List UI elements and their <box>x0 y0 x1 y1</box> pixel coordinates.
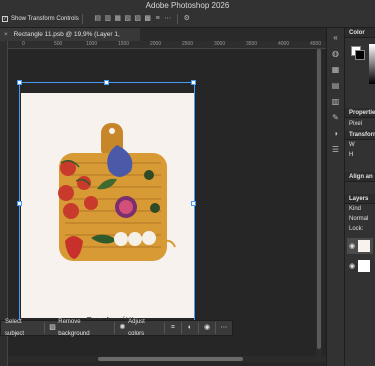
adjustment-button[interactable]: ◐ <box>182 322 199 334</box>
transform-handle[interactable] <box>17 80 22 85</box>
layer-thumbnail <box>358 240 371 252</box>
ruler-tick: 500 <box>54 41 63 47</box>
color-gradient[interactable] <box>369 44 375 84</box>
contextual-taskbar: Select subject ▨ Remove background ✺ Adj… <box>0 319 233 337</box>
image-icon: ▨ <box>49 324 56 331</box>
ruler-tick: 2000 <box>150 41 162 47</box>
transform-bounding-box[interactable] <box>17 80 196 326</box>
eye-icon[interactable]: ◉ <box>349 262 355 270</box>
ruler-tick: 2500 <box>182 41 194 47</box>
mask-button[interactable]: ◉ <box>199 322 216 334</box>
horizontal-scrollbar[interactable] <box>8 356 326 362</box>
color-swatches[interactable] <box>345 38 375 88</box>
divider <box>81 14 83 24</box>
document-tab[interactable]: × Rectangle 11.psb @ 19,9% (Layer 1, RGB… <box>0 28 140 51</box>
panel-tool-strip: « ◍ ▦ ▤ ▥ ✎ ◑ ☰ <box>326 28 344 366</box>
options-bar: ✓ Show Transform Controls ▤ ▥ ▦ ▧ ▨ ▩ ≡ … <box>0 11 375 28</box>
adjustments-icon[interactable]: ◑ <box>330 128 342 140</box>
more-icon: ⋯ <box>220 324 228 331</box>
transform-w-label: W <box>349 142 355 148</box>
align-center-icon[interactable]: ▥ <box>104 15 112 23</box>
show-transform-checkbox[interactable]: ✓ <box>2 16 8 22</box>
palette-panel-icon[interactable]: ◍ <box>330 48 342 60</box>
transform-header[interactable]: Transform <box>345 130 375 140</box>
transform-h-label: H <box>349 152 354 158</box>
photoshop-window: Adobe Photoshop 2026 ✓ Show Transform Co… <box>0 0 375 366</box>
layer-row[interactable]: ◉ <box>347 258 373 274</box>
vertical-scrollbar[interactable] <box>316 49 322 356</box>
select-subject-button[interactable]: Select subject <box>1 319 45 337</box>
remove-background-button[interactable]: ▨ Remove background <box>45 319 115 337</box>
pixel-label: Pixel <box>349 121 363 127</box>
swatches-icon[interactable]: ▦ <box>330 64 342 76</box>
align-header[interactable]: Align an <box>345 172 375 182</box>
layer-kind-filter[interactable]: Kind <box>345 204 375 214</box>
mask-icon: ◉ <box>203 324 211 331</box>
app-title: Adobe Photoshop 2026 <box>0 0 375 11</box>
document-tabbar: × Rectangle 11.psb @ 19,9% (Layer 1, RGB… <box>0 28 326 51</box>
pattern-icon[interactable]: ▥ <box>330 96 342 108</box>
ruler-tick: 0 <box>22 41 25 47</box>
crop-icon: ⌗ <box>171 324 175 331</box>
collapse-icon[interactable]: « <box>330 32 342 44</box>
palette-icon: ✺ <box>119 324 126 331</box>
align-icons-group: ▤ ▥ ▦ ▧ ▨ ▩ ≡ ⋯ ⚙ <box>94 14 191 24</box>
color-panel-header[interactable]: Color <box>345 28 375 38</box>
horizontal-scroll-thumb[interactable] <box>98 357 243 361</box>
adjust-colors-button[interactable]: ✺ Adjust colors <box>115 319 165 337</box>
adjust-colors-label: Adjust colors <box>128 319 145 337</box>
lock-label: Lock: <box>349 226 364 232</box>
eye-icon[interactable]: ◉ <box>349 242 355 250</box>
distribute-icon[interactable]: ≡ <box>154 15 162 23</box>
transform-handle[interactable] <box>104 80 109 85</box>
ruler-tick: 1500 <box>118 41 130 47</box>
layers-panel-header[interactable]: Layers <box>345 194 375 204</box>
layer-thumbnail <box>358 260 371 272</box>
gradient-icon[interactable]: ▤ <box>330 80 342 92</box>
transform-handle[interactable] <box>191 201 196 206</box>
select-subject-label: Select subject <box>5 319 25 337</box>
more-button[interactable]: ⋯ <box>216 322 232 334</box>
libraries-icon[interactable]: ☰ <box>330 144 342 156</box>
align-right-icon[interactable]: ▦ <box>114 15 122 23</box>
properties-panel-header[interactable]: Properties <box>345 108 375 118</box>
settings-gear-icon[interactable]: ⚙ <box>183 15 191 23</box>
align-bottom-icon[interactable]: ▩ <box>144 15 152 23</box>
brush-icon[interactable]: ✎ <box>330 112 342 124</box>
align-left-icon[interactable]: ▤ <box>94 15 102 23</box>
ruler-tick: 1000 <box>86 41 98 47</box>
background-color-swatch[interactable] <box>355 50 365 60</box>
transform-handle[interactable] <box>17 201 22 206</box>
vertical-scroll-thumb[interactable] <box>317 49 321 349</box>
remove-background-label: Remove background <box>58 319 90 337</box>
close-tab-icon[interactable]: × <box>4 31 8 38</box>
align-top-icon[interactable]: ▧ <box>124 15 132 23</box>
layer-row[interactable]: ◉ <box>347 238 373 254</box>
divider <box>176 14 178 24</box>
ruler-tick: 3000 <box>214 41 226 47</box>
canvas-workarea[interactable]: Bon Appétit <box>8 49 326 366</box>
align-middle-icon[interactable]: ▨ <box>134 15 142 23</box>
ruler-tick: 4500 <box>310 41 322 47</box>
blend-mode-select[interactable]: Normal <box>345 214 375 224</box>
transform-handle[interactable] <box>191 80 196 85</box>
ruler-tick: 4000 <box>278 41 290 47</box>
more-options-icon[interactable]: ⋯ <box>164 15 172 23</box>
horizontal-ruler: 0 500 1000 1500 2000 2500 3000 3500 4000… <box>8 41 326 49</box>
right-panels: Color Properties Pixel Transform W H Ali… <box>344 28 375 366</box>
half-circle-icon: ◐ <box>187 324 193 331</box>
crop-button[interactable]: ⌗ <box>165 322 182 334</box>
ruler-tick: 3500 <box>246 41 258 47</box>
show-transform-label: Show Transform Controls <box>11 16 79 22</box>
